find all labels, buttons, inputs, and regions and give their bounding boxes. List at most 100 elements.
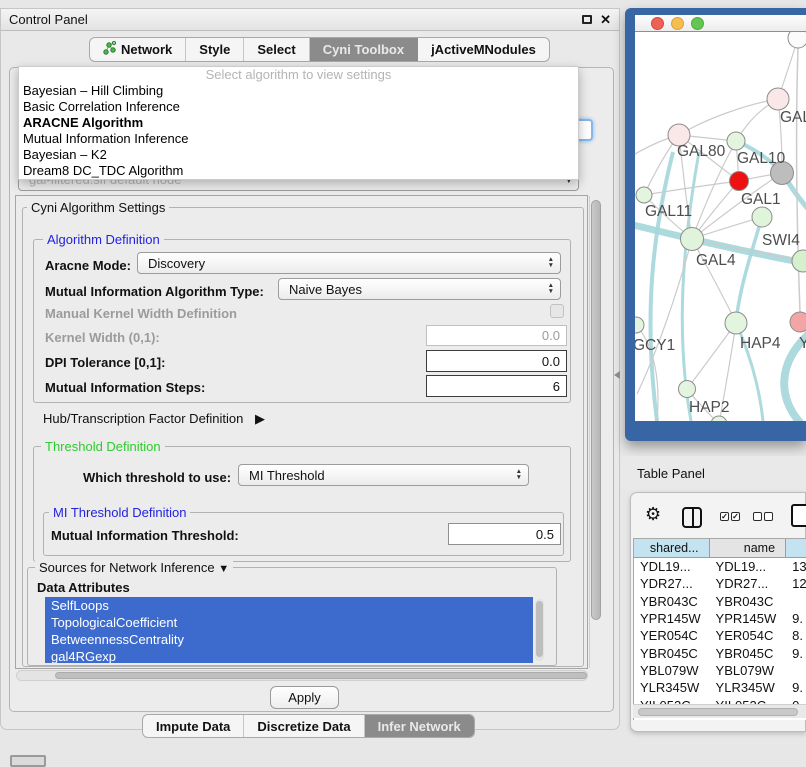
table-cell: 8. [786,627,806,644]
settings-horizontal-scrollbar[interactable] [16,670,588,681]
mac-close-button[interactable] [651,17,664,30]
algorithm-option-dream8-dc-tdc-algorithm[interactable]: Dream8 DC_TDC Algorithm [19,163,578,179]
column-header-name[interactable]: name [710,539,787,557]
select-all-rows-icon[interactable]: ✓✓ [720,512,740,521]
which-threshold-combobox[interactable]: MI Threshold ▲▼ [238,464,529,486]
network-node-gal4[interactable] [681,228,704,251]
network-node[interactable] [730,172,749,191]
attribute-item-topologicalcoefficient[interactable]: TopologicalCoefficient [45,614,533,631]
tab-network[interactable]: Network [90,38,186,61]
node-label: GAL80 [677,143,726,160]
network-node-hap4[interactable] [725,312,747,334]
table-row[interactable]: YBL079WYBL079W [634,662,806,679]
mac-zoom-button[interactable] [691,17,704,30]
data-attributes-label: Data Attributes [37,580,130,595]
hub-definition-expander[interactable]: Hub/Transcription Factor Definition ▶ [43,411,265,427]
cyni-bottom-tabbar: Impute DataDiscretize Data Infer Network [142,714,475,738]
table-row[interactable]: YBR043CYBR043C [634,593,806,610]
settings-vertical-scrollbar[interactable] [589,196,602,668]
deselect-all-rows-icon[interactable] [753,512,773,521]
manual-kernel-label: Manual Kernel Width Definition [45,306,237,321]
algorithm-option-bayesian-hill-climbing[interactable]: Bayesian – Hill Climbing [19,83,578,99]
mi-threshold-field[interactable]: 0.5 [448,523,561,545]
close-icon[interactable]: ✕ [600,15,611,25]
algorithm-option-aracne-algorithm[interactable]: ARACNE Algorithm [19,115,578,131]
table-cell: YER054C [710,627,787,644]
aracne-mode-combobox[interactable]: Discovery ▲▼ [137,252,561,274]
apply-button[interactable]: Apply [270,686,339,709]
network-window-titlebar[interactable] [635,15,806,32]
tab-label: Infer Network [378,719,461,734]
network-edge[interactable] [687,323,736,389]
algorithm-option-mutual-information-inference[interactable]: Mutual Information Inference [19,131,578,147]
column-header-shared[interactable]: shared... [634,539,710,557]
control-panel-window: Control Panel ✕ Network Style SelectCyni T… [0,8,620,730]
table-row[interactable]: YDR27...YDR27...12 [634,575,806,592]
table-row[interactable]: YPR145WYPR145W9. [634,610,806,627]
network-node-y[interactable] [790,312,806,332]
manual-kernel-checkbox[interactable] [550,304,564,318]
table-cell: 9. [786,644,806,661]
table-row[interactable]: YLR345WYLR345W9. [634,679,806,696]
attribute-item-gal4rgexp[interactable]: gal4RGexp [45,648,533,663]
table-panel-window: ⚙ ✓✓ shared...name YDL19...YDL19...13YDR… [630,492,806,732]
attribute-item-selfloops[interactable]: SelfLoops [45,597,533,614]
mi-type-combobox[interactable]: Naive Bayes ▲▼ [278,278,561,300]
mi-type-label: Mutual Information Algorithm Type: [45,284,264,299]
kernel-width-field[interactable]: 0.0 [426,325,567,346]
table-header-row: shared...name [634,539,806,558]
tab-select[interactable]: Select [244,38,309,61]
node-label: GAL11 [645,203,692,220]
dpi-tolerance-field[interactable]: 0.0 [426,350,567,372]
export-table-icon[interactable] [791,504,806,527]
table-row[interactable]: YER054CYER054C8. [634,627,806,644]
table-row[interactable]: YDL19...YDL19...13 [634,558,806,575]
network-node-gal10[interactable] [727,132,745,150]
control-panel-titlebar[interactable]: Control Panel ✕ [1,9,619,31]
algorithm-option-bayesian-k2[interactable]: Bayesian – K2 [19,147,578,163]
attribute-item-betweennesscentrality[interactable]: BetweennessCentrality [45,631,533,648]
tab-jactivemnodules[interactable]: jActiveMNodules [418,38,549,61]
network-node[interactable] [711,416,727,421]
tab-cyni-toolbox[interactable]: Cyni Toolbox [310,38,418,61]
tab-infer-network[interactable]: Infer Network [365,715,474,737]
network-node-gcy1[interactable] [635,317,644,333]
float-window-icon[interactable] [582,15,592,24]
minimized-panel-icon[interactable] [10,755,46,767]
network-node-swi4[interactable] [792,250,806,272]
aracne-mode-label: Aracne Mode: [45,258,131,273]
tab-style[interactable]: Style [186,38,244,61]
network-edge[interactable] [797,48,800,312]
table-horizontal-scrollbar[interactable] [633,704,806,718]
spinner-arrows-icon: ▲▼ [548,283,554,295]
threshold-definition-legend: Threshold Definition [41,439,165,454]
column-view-icon[interactable] [682,507,702,528]
table-cell [786,593,806,610]
tab-label: Style [199,42,230,57]
network-node-hap2[interactable] [679,381,696,398]
gear-icon[interactable]: ⚙ [645,505,661,523]
spinner-arrows-icon: ▲▼ [548,257,554,269]
mi-steps-field[interactable]: 6 [426,375,567,397]
network-node-gal11[interactable] [636,187,652,203]
network-canvas[interactable]: GALGAL80GAL10GAL11GAL1GAL4SWI4GCY1HAP4YH… [635,32,806,421]
mi-threshold-value: 0.5 [536,527,554,542]
network-edge[interactable] [736,217,762,323]
network-node-gal[interactable] [767,88,789,110]
network-node-gal1[interactable] [752,207,772,227]
network-edge[interactable] [679,99,778,135]
mac-minimize-button[interactable] [671,17,684,30]
algorithm-option-basic-correlation-inference[interactable]: Basic Correlation Inference [19,99,578,115]
collapse-down-icon: ▼ [218,563,229,575]
column-header-extra[interactable] [786,539,806,557]
attributes-list-scrollbar[interactable] [535,599,544,661]
tab-impute-data[interactable]: Impute Data [143,715,244,737]
hub-definition-label: Hub/Transcription Factor Definition [43,411,243,426]
tab-discretize-data[interactable]: Discretize Data [244,715,364,737]
data-attributes-list[interactable]: SelfLoopsTopologicalCoefficientBetweenne… [45,597,533,663]
algorithm-dropdown-list[interactable]: Select algorithm to view settings Bayesi… [18,66,579,180]
sources-collapse-toggle[interactable]: Sources for Network Inference ▼ [35,560,233,575]
network-node[interactable] [788,32,806,48]
table-row[interactable]: YBR045CYBR045C9. [634,644,806,661]
splitter-collapse-handle[interactable] [614,371,620,379]
